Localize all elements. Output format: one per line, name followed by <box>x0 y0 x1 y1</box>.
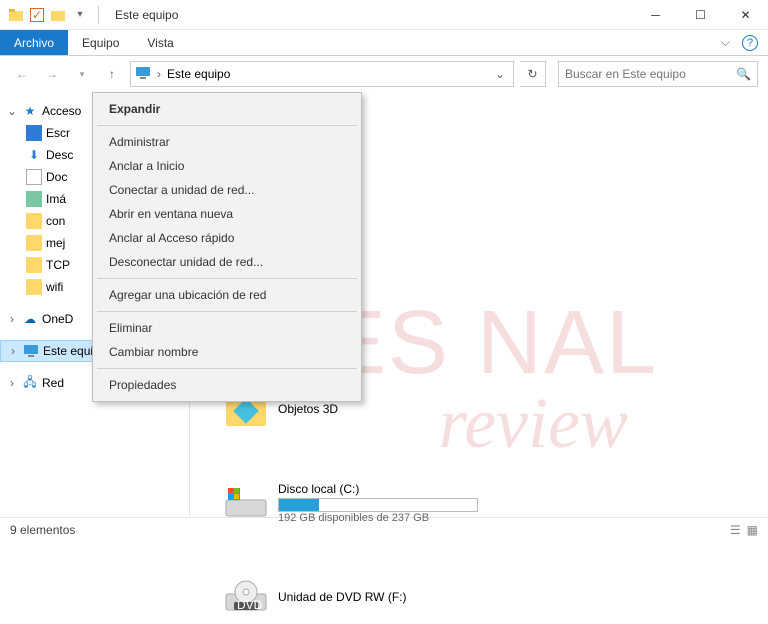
context-menu-item[interactable]: Agregar una ubicación de red <box>95 283 359 307</box>
context-menu-item[interactable]: Conectar a unidad de red... <box>95 178 359 202</box>
chevron-right-icon[interactable]: › <box>6 312 18 326</box>
maximize-button[interactable]: ☐ <box>678 0 723 30</box>
navigation-bar: ← → ▾ ↑ › Este equipo ⌄ ↻ 🔍 <box>0 56 768 92</box>
forward-button: → <box>40 62 64 86</box>
ribbon-tab-file[interactable]: Archivo <box>0 30 68 55</box>
up-button[interactable]: ↑ <box>100 62 124 86</box>
star-icon: ★ <box>22 103 38 119</box>
context-menu-item[interactable]: Abrir en ventana nueva <box>95 202 359 226</box>
tree-label: OneD <box>42 312 73 326</box>
folder-icon <box>26 279 42 295</box>
tree-label: Red <box>42 376 64 390</box>
context-menu-item[interactable]: Desconectar unidad de red... <box>95 250 359 274</box>
pc-icon <box>135 66 151 83</box>
title-bar: ✓ ▾ Este equipo ─ ☐ ✕ <box>0 0 768 30</box>
checkbox-icon[interactable]: ✓ <box>30 8 44 22</box>
context-menu-item[interactable]: Administrar <box>95 130 359 154</box>
drive-item[interactable]: Disco local (C:) 192 GB disponibles de 2… <box>224 476 514 530</box>
close-button[interactable]: ✕ <box>723 0 768 30</box>
svg-text:DVD: DVD <box>237 598 263 612</box>
context-menu-item[interactable]: Anclar a Inicio <box>95 154 359 178</box>
tree-label: wifi <box>46 280 63 294</box>
ribbon-tab-equipo[interactable]: Equipo <box>68 30 133 55</box>
refresh-button[interactable]: ↻ <box>520 61 546 87</box>
quick-access-toolbar: ✓ ▾ Este equipo <box>0 6 186 24</box>
picture-icon <box>26 191 42 207</box>
context-menu-item[interactable]: Expandir <box>95 97 359 121</box>
menu-separator <box>97 311 357 312</box>
menu-separator <box>97 278 357 279</box>
context-menu-item[interactable]: Cambiar nombre <box>95 340 359 364</box>
context-menu-item[interactable]: Eliminar <box>95 316 359 340</box>
chevron-down-icon[interactable]: ⌄ <box>6 104 18 118</box>
pc-icon <box>23 343 39 359</box>
drive-label: Disco local (C:) <box>278 482 478 496</box>
drive-item[interactable]: DVD Unidad de DVD RW (F:) <box>224 570 514 624</box>
minimize-button[interactable]: ─ <box>633 0 678 30</box>
folder-icon <box>26 213 42 229</box>
explorer-icon[interactable] <box>50 7 66 23</box>
address-text: Este equipo <box>167 67 230 81</box>
folder-icon <box>8 7 24 23</box>
address-chevron-icon[interactable]: › <box>157 67 161 81</box>
dvd-icon: DVD <box>224 575 268 619</box>
cloud-icon: ☁ <box>22 311 38 327</box>
tree-label: TCP <box>46 258 70 272</box>
qat-dropdown-icon[interactable]: ▾ <box>72 7 88 23</box>
chevron-right-icon[interactable]: › <box>7 344 19 358</box>
context-menu: Expandir AdministrarAnclar a InicioConect… <box>92 92 362 402</box>
address-bar[interactable]: › Este equipo ⌄ <box>130 61 514 87</box>
help-icon[interactable]: ? <box>742 35 758 51</box>
download-icon: ⬇ <box>26 147 42 163</box>
context-menu-item[interactable]: Anclar al Acceso rápido <box>95 226 359 250</box>
ribbon-expand-icon[interactable]: ⌵ <box>721 35 730 50</box>
back-button[interactable]: ← <box>10 62 34 86</box>
status-item-count: 9 elementos <box>10 523 75 537</box>
folder-icon <box>26 235 42 251</box>
chevron-right-icon[interactable]: › <box>6 376 18 390</box>
tree-label: Imá <box>46 192 66 206</box>
tree-label: Doc <box>46 170 67 184</box>
search-input[interactable] <box>565 67 736 81</box>
separator <box>98 6 99 24</box>
tree-label: mej <box>46 236 65 250</box>
tree-label: Acceso <box>42 104 81 118</box>
context-menu-item[interactable]: Propiedades <box>95 373 359 397</box>
recent-dropdown-icon[interactable]: ▾ <box>70 62 94 86</box>
desktop-icon <box>26 125 42 141</box>
folder-icon <box>26 257 42 273</box>
drive-icon <box>224 481 268 525</box>
tree-label: con <box>46 214 65 228</box>
network-icon: 🖧 <box>22 375 38 391</box>
ribbon: Archivo Equipo Vista ⌵ ? <box>0 30 768 56</box>
window-title: Este equipo <box>109 8 178 22</box>
drive-free-text: 192 GB disponibles de 237 GB <box>278 512 478 524</box>
tree-label: Desc <box>46 148 73 162</box>
menu-separator <box>97 125 357 126</box>
search-box[interactable]: 🔍 <box>558 61 758 87</box>
search-icon[interactable]: 🔍 <box>736 67 751 81</box>
address-dropdown-icon[interactable]: ⌄ <box>491 67 509 81</box>
document-icon <box>26 169 42 185</box>
drive-usage-bar <box>278 498 478 512</box>
tree-label: Escr <box>46 126 70 140</box>
folder-label: Objetos 3D <box>278 402 338 416</box>
ribbon-tab-vista[interactable]: Vista <box>133 30 187 55</box>
drive-label: Unidad de DVD RW (F:) <box>278 590 406 604</box>
menu-separator <box>97 368 357 369</box>
